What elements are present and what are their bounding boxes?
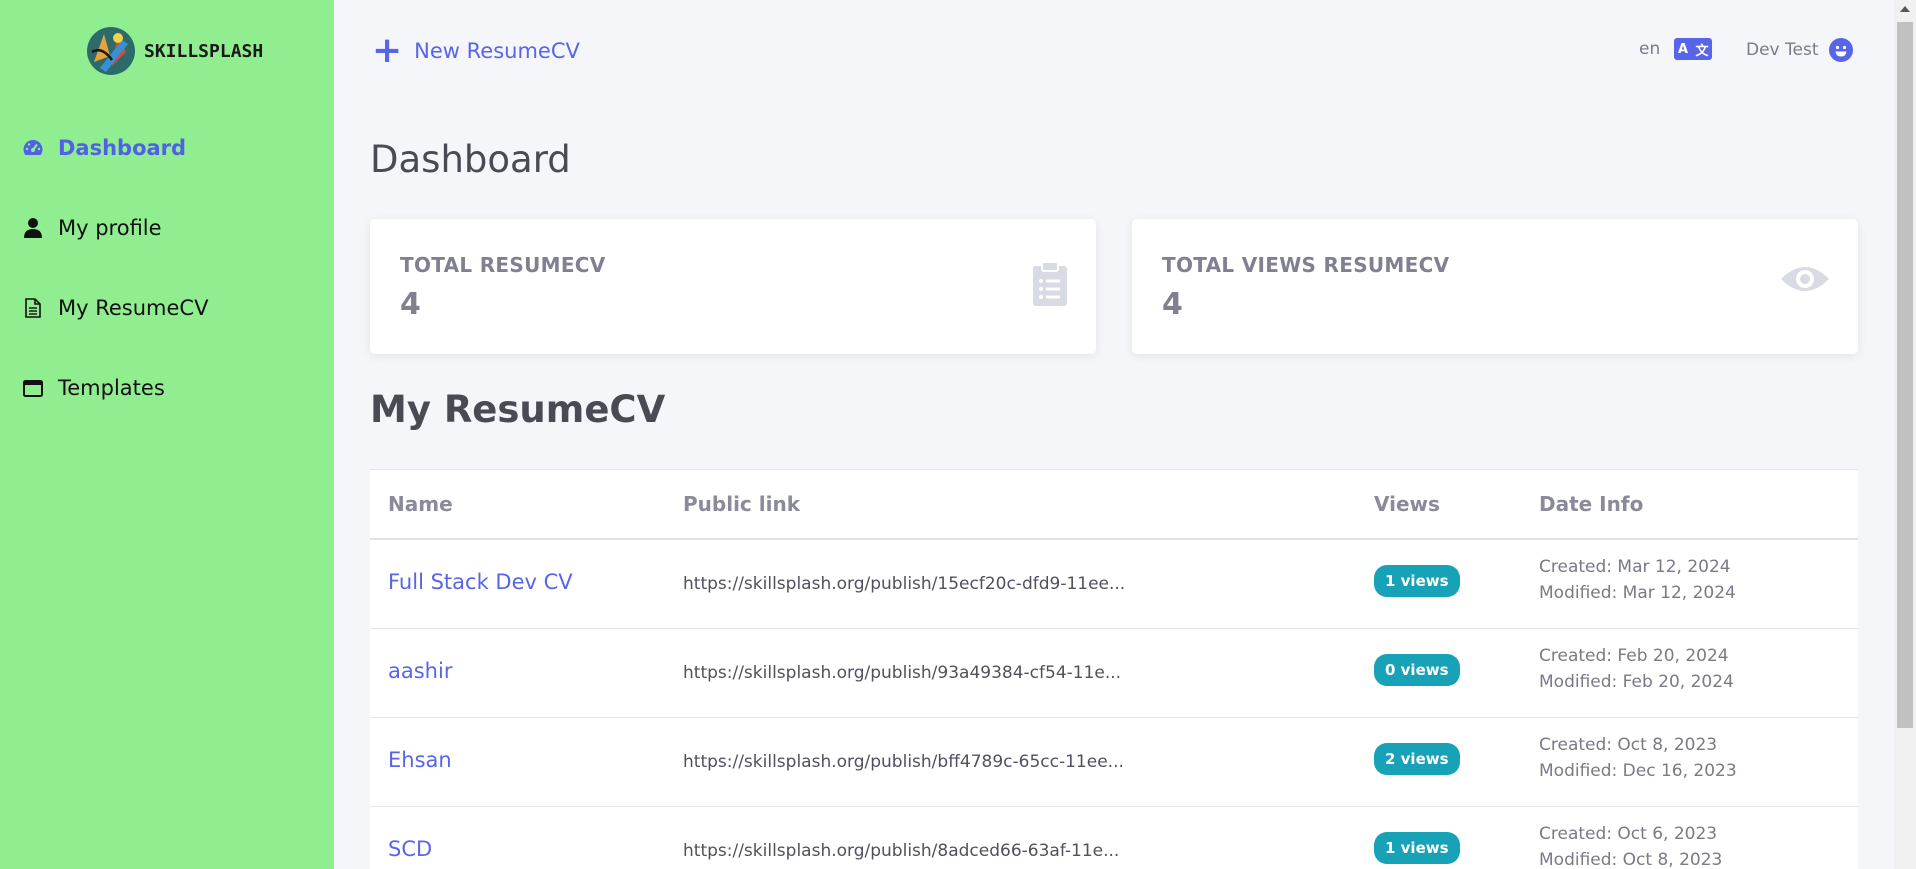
public-link[interactable]: https://skillsplash.org/publish/8adced66… <box>683 841 1119 861</box>
sidebar-item-label: Dashboard <box>58 136 187 160</box>
public-link[interactable]: https://skillsplash.org/publish/15ecf20c… <box>683 574 1125 594</box>
eye-icon <box>1780 261 1830 301</box>
views-badge: 1 views <box>1374 832 1460 864</box>
stat-value: 4 <box>1162 287 1183 322</box>
public-link[interactable]: https://skillsplash.org/publish/93a49384… <box>683 663 1121 683</box>
page-title: Dashboard <box>370 138 571 181</box>
document-icon <box>20 296 46 320</box>
created-date: Created: Feb 20, 2024 <box>1539 646 1729 666</box>
plus-icon: + <box>372 30 403 71</box>
main-content: + New ResumeCV en A文 Dev Test Dashboard … <box>334 0 1896 869</box>
vertical-scrollbar[interactable] <box>1894 0 1916 869</box>
resumecv-name-link[interactable]: Full Stack Dev CV <box>388 570 573 594</box>
smiley-icon <box>1828 38 1853 62</box>
sidebar-item-templates[interactable]: Templates <box>0 348 334 428</box>
stat-card-total-views: TOTAL VIEWS RESUMECV 4 <box>1132 219 1858 354</box>
sidebar-nav: Dashboard My profile My ResumeCV Templat… <box>0 108 334 428</box>
stat-value: 4 <box>400 287 421 322</box>
new-resumecv-label: New ResumeCV <box>414 39 580 63</box>
user-icon <box>20 216 46 240</box>
modified-date: Modified: Feb 20, 2024 <box>1539 672 1734 692</box>
resumecv-name-link[interactable]: SCD <box>388 837 432 861</box>
table-header: Name Public link Views Date Info <box>370 470 1858 540</box>
resumecv-name-link[interactable]: aashir <box>388 659 452 683</box>
views-badge: 0 views <box>1374 654 1460 686</box>
modified-date: Modified: Dec 16, 2023 <box>1539 761 1737 781</box>
table-row: Full Stack Dev CV https://skillsplash.or… <box>370 540 1858 629</box>
sidebar-item-label: My profile <box>58 216 162 240</box>
translate-icon: A文 <box>1674 38 1713 60</box>
sidebar-item-label: My ResumeCV <box>58 296 209 320</box>
public-link[interactable]: https://skillsplash.org/publish/bff4789c… <box>683 752 1124 772</box>
views-badge: 2 views <box>1374 743 1460 775</box>
dashboard-icon <box>20 136 46 160</box>
window-icon <box>20 376 46 400</box>
resumecv-table: Name Public link Views Date Info Full St… <box>370 469 1858 869</box>
scrollbar-thumb[interactable] <box>1897 22 1913 728</box>
stat-label: TOTAL RESUMECV <box>400 253 606 277</box>
views-badge: 1 views <box>1374 565 1460 597</box>
section-title: My ResumeCV <box>370 388 666 431</box>
skillsplash-logo-icon <box>87 27 135 75</box>
column-header-views[interactable]: Views <box>1374 492 1539 516</box>
column-header-public-link[interactable]: Public link <box>683 492 1374 516</box>
sidebar-item-label: Templates <box>58 376 165 400</box>
table-row: SCD https://skillsplash.org/publish/8adc… <box>370 807 1858 869</box>
modified-date: Modified: Mar 12, 2024 <box>1539 583 1736 603</box>
scroll-up-arrow-icon[interactable] <box>1900 6 1910 12</box>
sidebar-item-my-resumecv[interactable]: My ResumeCV <box>0 268 334 348</box>
sidebar-item-my-profile[interactable]: My profile <box>0 188 334 268</box>
modified-date: Modified: Oct 8, 2023 <box>1539 850 1723 869</box>
sidebar: SKILLSPLASH Dashboard My profile My Resu… <box>0 0 334 869</box>
resumecv-name-link[interactable]: Ehsan <box>388 748 452 772</box>
clipboard-list-icon <box>1032 261 1068 311</box>
brand-logo[interactable]: SKILLSPLASH <box>82 22 263 80</box>
brand-name: SKILLSPLASH <box>144 40 264 62</box>
table-row: aashir https://skillsplash.org/publish/9… <box>370 629 1858 718</box>
stat-card-total-resumecv: TOTAL RESUMECV 4 <box>370 219 1096 354</box>
language-code: en <box>1639 39 1661 59</box>
user-name: Dev Test <box>1746 40 1819 60</box>
column-header-name[interactable]: Name <box>370 492 683 516</box>
created-date: Created: Oct 6, 2023 <box>1539 824 1718 844</box>
new-resumecv-button[interactable]: + New ResumeCV <box>372 30 580 71</box>
user-menu[interactable]: Dev Test <box>1746 38 1853 62</box>
sidebar-item-dashboard[interactable]: Dashboard <box>0 108 334 188</box>
language-selector[interactable]: en A文 <box>1639 38 1713 60</box>
created-date: Created: Oct 8, 2023 <box>1539 735 1718 755</box>
stat-label: TOTAL VIEWS RESUMECV <box>1162 253 1450 277</box>
table-row: Ehsan https://skillsplash.org/publish/bf… <box>370 718 1858 807</box>
created-date: Created: Mar 12, 2024 <box>1539 557 1731 577</box>
column-header-date-info[interactable]: Date Info <box>1539 492 1858 516</box>
